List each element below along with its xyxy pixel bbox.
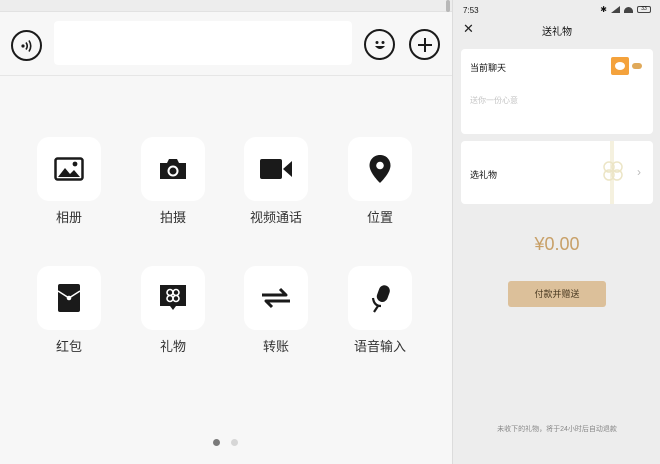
- message-field[interactable]: 送你一份心意: [470, 95, 518, 106]
- location-label: 位置: [366, 210, 393, 225]
- signal-icon: [611, 6, 620, 13]
- transfer-tile[interactable]: [244, 266, 308, 330]
- gift-panel: 7:53 ✱ 33 ✕ 送礼物 当前聊天 送你一份心意 选礼物 › ¥0.00 …: [452, 0, 660, 464]
- video-call-label: 视频通话: [249, 210, 302, 225]
- current-chat-label: 当前聊天: [470, 63, 507, 73]
- page-indicator: [210, 439, 242, 447]
- transfer-icon: [262, 287, 290, 309]
- bow-icon: [603, 161, 623, 181]
- voice-input-tile[interactable]: [348, 266, 412, 330]
- page-dot-active[interactable]: [213, 439, 220, 446]
- status-time: 7:53: [463, 6, 479, 15]
- red-packet-tile[interactable]: [37, 266, 101, 330]
- action-camera[interactable]: 拍摄: [128, 137, 218, 226]
- amount-display: ¥0.00: [534, 234, 580, 254]
- smiley-icon: [374, 40, 385, 49]
- chat-panel: 相册 拍摄 视频通话 位置 红包 礼物 转账 语音输入: [0, 0, 452, 464]
- status-bar: 7:53 ✱ 33: [453, 0, 660, 20]
- location-pin-icon: [369, 155, 391, 183]
- page-title: 送礼物: [542, 27, 572, 38]
- status-icons: ✱ 33: [600, 5, 651, 14]
- action-transfer[interactable]: 转账: [231, 266, 321, 355]
- bluetooth-icon: ✱: [600, 5, 607, 14]
- nav-bar: ✕ 送礼物: [453, 20, 660, 40]
- gift-icon: [160, 285, 186, 310]
- select-gift-label: 选礼物: [470, 170, 498, 180]
- wifi-icon: [624, 6, 633, 13]
- battery-icon: 33: [637, 6, 651, 13]
- red-packet-label: 红包: [55, 339, 82, 354]
- camera-label: 拍摄: [159, 210, 186, 225]
- chevron-right-icon: ›: [637, 165, 641, 179]
- message-input[interactable]: [54, 21, 352, 65]
- transfer-label: 转账: [262, 339, 289, 354]
- gift-tile[interactable]: [141, 266, 205, 330]
- voice-icon: [20, 39, 32, 52]
- action-video-call[interactable]: 视频通话: [231, 137, 321, 226]
- album-label: 相册: [55, 210, 82, 225]
- video-call-tile[interactable]: [244, 137, 308, 201]
- video-call-icon: [260, 159, 292, 179]
- plus-icon: [417, 37, 432, 52]
- photo-album-icon: [54, 157, 84, 181]
- camera-icon: [160, 159, 186, 179]
- red-packet-icon: [57, 284, 81, 312]
- action-red-packet[interactable]: 红包: [24, 266, 114, 355]
- top-strip: [0, 0, 452, 12]
- chat-input-bar: [0, 12, 452, 76]
- gift-label: 礼物: [159, 339, 186, 354]
- more-button[interactable]: [409, 29, 440, 60]
- action-location[interactable]: 位置: [335, 137, 425, 226]
- refund-notice: 未收下的礼物，将于24小时后自动退款: [497, 426, 617, 433]
- location-tile[interactable]: [348, 137, 412, 201]
- microphone-icon: [371, 285, 390, 313]
- camera-tile[interactable]: [141, 137, 205, 201]
- voice-toggle-button[interactable]: [11, 30, 42, 61]
- page-dot[interactable]: [231, 439, 238, 446]
- avatar: [611, 57, 629, 75]
- emoji-button[interactable]: [364, 29, 395, 60]
- pay-and-send-button[interactable]: 付款并赠送: [508, 281, 606, 307]
- action-album[interactable]: 相册: [24, 137, 114, 226]
- action-grid: 相册 拍摄 视频通话 位置 红包 礼物 转账 语音输入: [0, 76, 452, 406]
- select-gift-row[interactable]: 选礼物 ›: [461, 141, 653, 204]
- scrollbar[interactable]: [446, 0, 450, 12]
- album-tile[interactable]: [37, 137, 101, 201]
- avatar-badge: [632, 63, 642, 69]
- recipient-card: 当前聊天 送你一份心意: [461, 49, 653, 134]
- voice-input-label: 语音输入: [353, 339, 406, 354]
- action-voice-input[interactable]: 语音输入: [335, 266, 425, 355]
- action-gift[interactable]: 礼物: [128, 266, 218, 355]
